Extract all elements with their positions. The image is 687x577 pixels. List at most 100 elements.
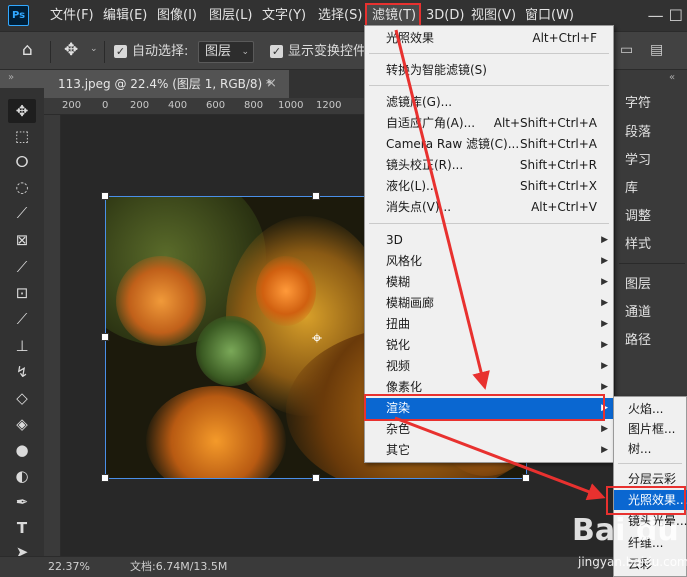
ruler-tick: 0 (102, 100, 109, 111)
filter-menu-label: Camera Raw 滤镜(C)... (386, 137, 520, 151)
align-icon[interactable]: ▭ (620, 42, 633, 58)
filter-menu-item[interactable]: 光照效果 Alt+Ctrl+F (365, 28, 613, 49)
crop-tool-icon[interactable]: ⟋ (9, 203, 35, 223)
render-menu-item[interactable]: 火焰... (614, 399, 687, 419)
transform-handle[interactable] (522, 474, 530, 482)
filter-menu-item[interactable]: 锐化 ▶ (365, 335, 613, 356)
render-menu-item[interactable]: 图片框... (614, 419, 687, 439)
ruler-tick: 400 (168, 100, 188, 111)
filter-menu-item[interactable]: 杂色 ▶ (365, 419, 613, 440)
filter-menu-label: 镜头校正(R)... (386, 158, 464, 172)
close-icon[interactable]: × (266, 70, 277, 98)
home-icon[interactable]: ⌂ (22, 40, 33, 60)
transform-handle[interactable] (312, 474, 320, 482)
panel-learn[interactable]: 学习 (625, 149, 651, 173)
panel-divider (619, 263, 685, 264)
ruler-tick: 200 (130, 100, 150, 111)
filter-menu-item[interactable]: 消失点(V)... Alt+Ctrl+V (365, 197, 613, 218)
auto-select-dropdown[interactable]: 图层 ⌄ (198, 41, 254, 63)
ruler-tick: 600 (206, 100, 226, 111)
eyedropper-tool-icon[interactable]: ⟋ (9, 257, 35, 277)
filter-menu-shortcut: Shift+Ctrl+X (520, 179, 597, 193)
show-transform-checkbox[interactable]: ✓ (270, 45, 283, 58)
document-tab[interactable]: 113.jpeg @ 22.4% (图层 1, RGB/8) * × (44, 70, 289, 98)
ruler-tick: 800 (244, 100, 264, 111)
collapse-arrows-icon[interactable]: » (8, 72, 14, 83)
quick-select-tool-icon[interactable]: ◌ (9, 177, 35, 197)
auto-select-checkbox[interactable]: ✓ (114, 45, 127, 58)
menu-edit[interactable]: 编辑(E) (103, 0, 147, 31)
dodge-tool-icon[interactable]: ◐ (9, 466, 35, 486)
zoom-level[interactable]: 22.37% (48, 557, 90, 577)
options-divider (50, 41, 51, 63)
menu-layer[interactable]: 图层(L) (209, 0, 252, 31)
frame-tool-icon[interactable]: ⊠ (9, 230, 35, 250)
filter-menu-label: 转换为智能滤镜(S) (386, 63, 487, 77)
transform-handle[interactable] (312, 192, 320, 200)
lasso-tool-icon[interactable]: ⵔ (9, 152, 35, 172)
window-controls[interactable]: — ☐ (648, 0, 683, 31)
blur-tool-icon[interactable]: ● (9, 440, 35, 460)
panel-adjustments[interactable]: 调整 (625, 205, 651, 229)
transform-handle[interactable] (101, 474, 109, 482)
panel-character[interactable]: 字符 (625, 92, 651, 116)
menu-file[interactable]: 文件(F) (50, 0, 94, 31)
filter-menu-item[interactable]: Camera Raw 滤镜(C)... Shift+Ctrl+A (365, 134, 613, 155)
paint-bucket-icon[interactable]: ◈ (9, 414, 35, 434)
type-tool-icon[interactable]: T (9, 518, 35, 538)
filter-menu-label: 锐化 (386, 338, 411, 352)
show-transform-label: 显示变换控件 (288, 44, 367, 59)
menu-image[interactable]: 图像(I) (157, 0, 197, 31)
panel-paragraph[interactable]: 段落 (625, 121, 651, 145)
pen-tool-icon[interactable]: ✒ (9, 492, 35, 512)
move-tool-icon[interactable]: ✥ (64, 40, 78, 60)
healing-tool-icon[interactable]: ⊡ (9, 283, 35, 303)
filter-menu-item[interactable]: 滤镜库(G)... (365, 92, 613, 113)
watermark-logo: Bai du (572, 513, 679, 548)
panel-paths[interactable]: 路径 (625, 329, 651, 353)
filter-menu-label: 视频 (386, 359, 411, 373)
filter-menu-item[interactable]: 自适应广角(A)... Alt+Shift+Ctrl+A (365, 113, 613, 134)
filter-menu-item[interactable]: 模糊画廊 ▶ (365, 293, 613, 314)
render-menu-item[interactable]: 树... (614, 439, 687, 459)
filter-menu-shortcut: Alt+Ctrl+F (532, 31, 597, 45)
ruler-tick: 200 (62, 100, 82, 111)
filter-menu-item[interactable]: 3D ▶ (365, 230, 613, 251)
history-brush-icon[interactable]: ↯ (9, 362, 35, 382)
chevron-down-icon[interactable]: ⌄ (90, 44, 98, 54)
panel-channels[interactable]: 通道 (625, 301, 651, 325)
brush-tool-icon[interactable]: ⟋ (9, 309, 35, 329)
ruler-vertical (44, 115, 61, 556)
filter-menu-item[interactable]: 转换为智能滤镜(S) (365, 60, 613, 81)
submenu-arrow-icon: ▶ (601, 298, 608, 308)
transform-handle[interactable] (101, 333, 109, 341)
panel-layers[interactable]: 图层 (625, 273, 651, 297)
move-tool-icon[interactable]: ✥ (9, 101, 35, 121)
menu-select[interactable]: 选择(S) (318, 0, 362, 31)
menu-type[interactable]: 文字(Y) (262, 0, 306, 31)
baidu-watermark: Bai du jingyan.baidu.com (528, 511, 687, 577)
submenu-arrow-icon: ▶ (601, 235, 608, 245)
filter-menu-item[interactable]: 风格化 ▶ (365, 251, 613, 272)
filter-menu-item[interactable]: 扭曲 ▶ (365, 314, 613, 335)
stamp-tool-icon[interactable]: ⊥ (9, 336, 35, 356)
menu-divider (369, 85, 609, 86)
filter-menu-item[interactable]: 其它 ▶ (365, 440, 613, 461)
panel-libraries[interactable]: 库 (625, 177, 638, 201)
transform-handle[interactable] (101, 192, 109, 200)
auto-select-value: 图层 (205, 44, 232, 59)
panel-styles[interactable]: 样式 (625, 233, 651, 257)
filter-menu-label: 自适应广角(A)... (386, 116, 476, 130)
filter-menu-item[interactable]: 镜头校正(R)... Shift+Ctrl+R (365, 155, 613, 176)
filter-menu-item[interactable]: 模糊 ▶ (365, 272, 613, 293)
workspace-icon[interactable]: ▤ (650, 42, 663, 58)
collapse-arrows-icon[interactable]: « (669, 72, 675, 83)
marquee-tool-icon[interactable]: ⬚ (9, 126, 35, 146)
submenu-arrow-icon: ▶ (601, 361, 608, 371)
menu-divider (618, 463, 682, 464)
filter-menu-item[interactable]: 视频 ▶ (365, 356, 613, 377)
filter-menu-item[interactable]: 液化(L)... Shift+Ctrl+X (365, 176, 613, 197)
eraser-tool-icon[interactable]: ◇ (9, 388, 35, 408)
watermark-url: jingyan.baidu.com (578, 555, 687, 569)
ruler-tick: 1200 (316, 100, 342, 111)
